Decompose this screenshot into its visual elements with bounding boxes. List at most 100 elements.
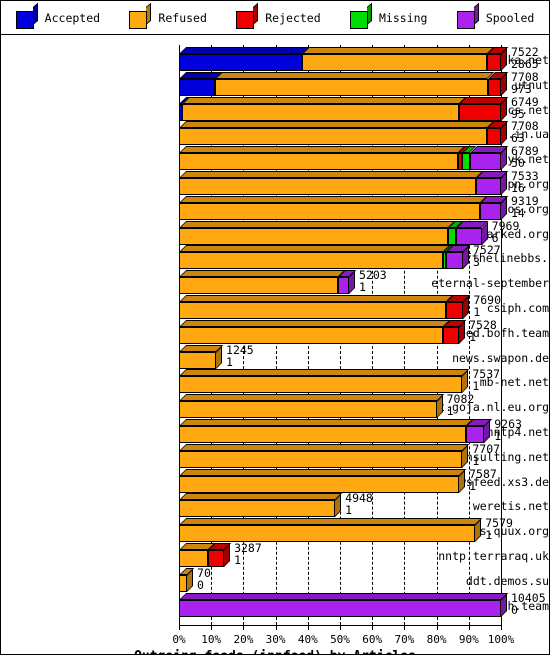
x-tick [404, 625, 406, 630]
legend-missing[interactable]: Missing [350, 2, 428, 29]
bar-segment-rejected[interactable] [459, 103, 501, 121]
legend-swatch-face [350, 10, 368, 29]
bar-segment-refused[interactable] [179, 351, 217, 369]
bar-value-secondary: 0 [197, 577, 204, 592]
stacked-bar[interactable] [179, 443, 501, 468]
bar-value-labels: 7690 1 [473, 294, 501, 319]
bar-segment-refused[interactable] [179, 277, 338, 295]
bar-segment-top [179, 493, 343, 501]
bar-segment-refused[interactable] [179, 178, 476, 195]
bar-segment-spooled[interactable] [456, 227, 482, 245]
bar-segment-side [187, 568, 194, 592]
x-tick-label: 40% [297, 633, 318, 646]
bar-segment-refused[interactable] [179, 525, 476, 543]
stacked-bar[interactable] [179, 47, 509, 71]
bar-segment-accepted[interactable] [179, 78, 216, 96]
chart-page: Accepted Refused Rejected Missing Spooled 0%… [0, 0, 550, 655]
bar-segment-refused[interactable] [179, 574, 188, 592]
bar-segment-rejected[interactable] [487, 54, 501, 71]
bar-segment-refused[interactable] [179, 401, 437, 419]
stacked-bar[interactable] [179, 146, 509, 171]
bar-segment-spooled[interactable] [465, 426, 485, 443]
stacked-bar[interactable] [179, 543, 501, 567]
bar-segment-refused[interactable] [301, 54, 488, 71]
stacked-bar[interactable] [179, 195, 509, 220]
stacked-bar[interactable] [179, 171, 509, 195]
bar-segment-missing[interactable] [462, 153, 470, 171]
stacked-bar[interactable] [179, 319, 501, 344]
stacked-bar[interactable] [179, 96, 509, 121]
legend-label: Missing [379, 10, 428, 25]
stacked-bar[interactable] [179, 121, 509, 146]
bar-segment-refused[interactable] [179, 202, 481, 220]
stacked-bar[interactable] [179, 592, 509, 617]
bar-segment-refused[interactable] [179, 450, 463, 468]
bar-segment-accepted[interactable] [179, 54, 302, 71]
bar-segment-refused[interactable] [179, 500, 336, 518]
stacked-bar[interactable] [179, 518, 501, 543]
stacked-bar[interactable] [179, 419, 501, 443]
stacked-bar[interactable] [179, 295, 501, 319]
bar-segment-side [459, 320, 466, 344]
bar-segment-rejected[interactable] [487, 78, 501, 96]
x-tick-label: 100% [487, 633, 515, 646]
stacked-bar[interactable] [179, 493, 501, 518]
stacked-bar[interactable] [179, 468, 501, 493]
bar-value-labels: 6789 50 [511, 145, 539, 170]
bar-value-labels: 7708 63 [511, 121, 539, 145]
stacked-bar[interactable] [179, 270, 501, 295]
legend-spooled[interactable]: Spooled [456, 2, 534, 29]
bar-segment-refused[interactable] [179, 326, 444, 344]
bar-row: news.tnetconsulting.net 7707 1 [1, 443, 549, 468]
stacked-bar[interactable] [179, 245, 501, 270]
bar-segment-side [463, 295, 470, 319]
bar-segment-refused[interactable] [179, 227, 448, 245]
bar-segment-refused[interactable] [179, 550, 208, 567]
bar-segment-refused[interactable] [179, 475, 460, 493]
bar-segment-top [179, 270, 345, 278]
legend-refused[interactable]: Refused [129, 2, 207, 29]
bar-segment-top [179, 443, 470, 451]
bar-segment-refused[interactable] [179, 376, 463, 394]
bar-row: news.samoylyk.net678950 [1, 145, 549, 171]
bar-segment-missing[interactable] [447, 227, 457, 245]
bar-value-labels: 7587 1 [469, 468, 497, 493]
bar-segment-refused[interactable] [179, 252, 444, 270]
bar-value-labels: 7528 1 [469, 319, 497, 344]
bar-segment-rejected[interactable] [487, 128, 501, 146]
bar-segment-rejected[interactable] [446, 302, 464, 319]
legend-swatch-icon [456, 2, 479, 29]
bar-segment-refused[interactable] [215, 78, 488, 96]
bar-segment-refused[interactable] [179, 302, 447, 319]
stacked-bar[interactable] [179, 220, 501, 245]
stacked-bar[interactable] [179, 71, 509, 96]
bar-segment-refused[interactable] [179, 426, 466, 443]
x-tick-label: 60% [362, 633, 383, 646]
bar-segment-spooled[interactable] [475, 178, 501, 195]
bar-segment-refused[interactable] [179, 153, 458, 171]
bar-segment-spooled[interactable] [480, 202, 501, 220]
bar-row: newsfeed.xs3.de 7587 1 [1, 468, 549, 493]
bar-segment-refused[interactable] [179, 128, 488, 146]
stacked-bar[interactable] [179, 369, 501, 394]
bar-value-labels: 7708 973 [511, 71, 539, 96]
bar-segment-top [179, 195, 488, 203]
bar-value-labels: 6749 95 [511, 96, 539, 121]
bar-segment-side [501, 196, 507, 220]
bar-segment-rejected[interactable] [207, 550, 225, 567]
bar-segment-refused[interactable] [182, 103, 460, 121]
bar-segment-spooled[interactable] [337, 277, 349, 295]
bar-row: i2pn.org 7533 16 [1, 170, 549, 195]
x-tick [501, 625, 502, 630]
legend-accepted[interactable]: Accepted [15, 2, 100, 29]
bar-segment-spooled[interactable] [179, 599, 501, 617]
bar-row: news.quux.org 7579 1 [1, 517, 549, 543]
legend-swatch-icon [129, 2, 152, 29]
stacked-bar[interactable] [179, 567, 501, 592]
legend-swatch-icon [350, 2, 372, 29]
bar-segment-spooled[interactable] [469, 153, 501, 171]
bar-segment-rejected[interactable] [443, 326, 460, 344]
bar-segment-spooled[interactable] [445, 252, 463, 270]
legend-rejected[interactable]: Rejected [236, 2, 321, 29]
bar-segment-top [179, 369, 470, 377]
